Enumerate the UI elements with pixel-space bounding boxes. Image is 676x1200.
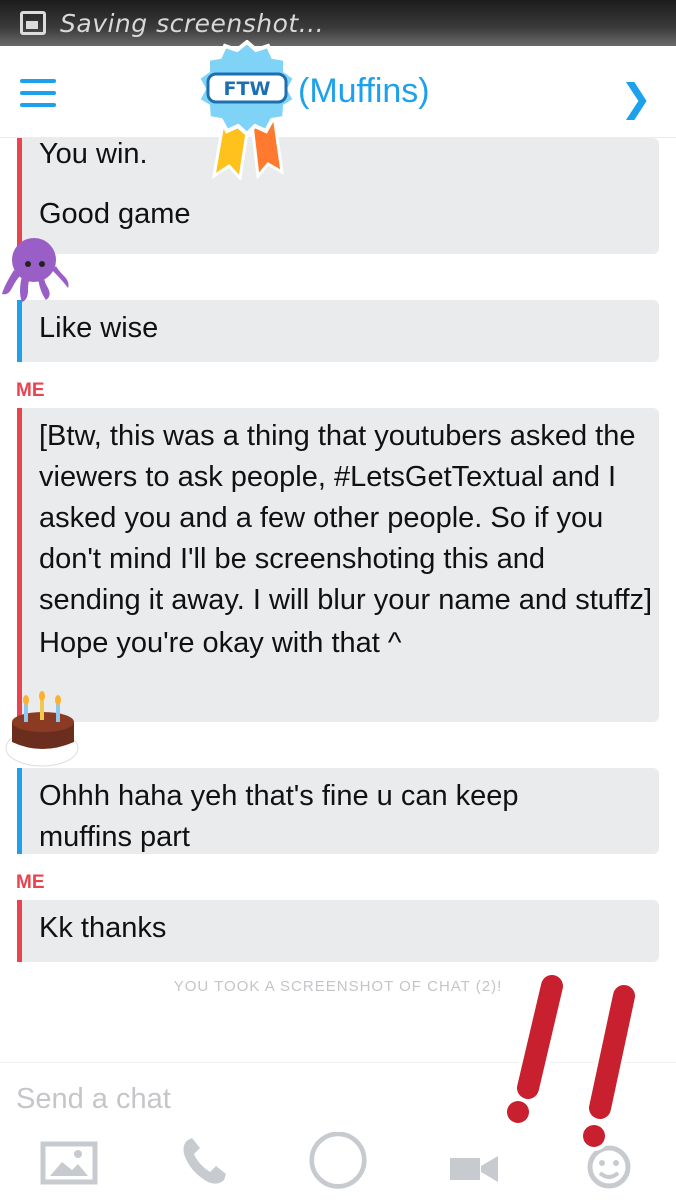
message-line: [Btw, this was a thing that youtubers as… <box>39 420 653 616</box>
message-line: Like wise <box>39 312 159 344</box>
badge-text: FTW <box>224 78 271 100</box>
gallery-icon[interactable] <box>40 1132 98 1192</box>
chevron-right-icon[interactable]: ❯ <box>620 76 652 120</box>
message-bubble: Like wise <box>17 300 659 362</box>
message-line: Hope you're okay with that ^ <box>39 627 402 659</box>
chat-list[interactable]: You win. Good game Like wise ME [Btw, th… <box>0 138 676 1058</box>
message-line: Good game <box>39 198 191 230</box>
chat-input[interactable]: Send a chat <box>16 1083 171 1116</box>
screenshot-icon <box>20 11 46 35</box>
status-text: Saving screenshot... <box>60 8 325 38</box>
chat-header: (Muffins) ❯ <box>0 46 676 138</box>
menu-icon[interactable] <box>20 79 56 107</box>
message-line: Kk thanks <box>39 912 167 944</box>
message-bubble: You win. Good game <box>17 138 659 254</box>
message-bubble: Kk thanks <box>17 900 659 962</box>
exclamation-marks-icon <box>503 971 639 1151</box>
status-bar: Saving screenshot... <box>0 0 676 46</box>
phone-icon[interactable] <box>178 1132 230 1192</box>
birthday-cake-icon <box>5 691 79 767</box>
message-bubble: [Btw, this was a thing that youtubers as… <box>17 408 659 722</box>
octopus-icon <box>2 238 69 302</box>
sender-label: ME <box>16 872 45 893</box>
message-bubble: Ohhh haha yeh that's fine u can keep muf… <box>17 768 659 854</box>
message-line: Ohhh haha yeh that's fine u can keep muf… <box>39 780 519 853</box>
ftw-ribbon-icon: FTW <box>196 40 298 180</box>
message-line: You win. <box>39 138 148 170</box>
capture-button-icon[interactable] <box>306 1132 370 1192</box>
sender-label: ME <box>16 380 45 401</box>
chat-title[interactable]: (Muffins) <box>298 72 430 111</box>
